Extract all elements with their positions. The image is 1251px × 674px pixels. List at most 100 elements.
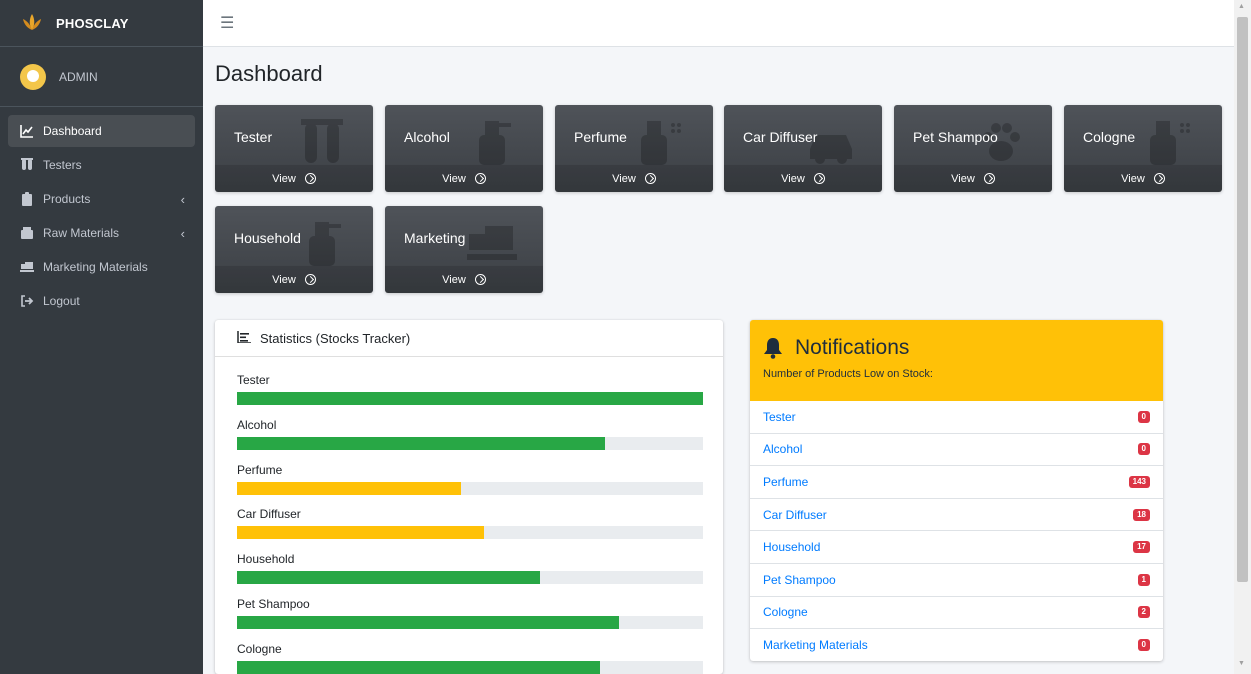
sidebar-item-label: Products [43,192,91,206]
tile-cologne: Cologne View [1064,105,1222,192]
count-badge: 0 [1137,443,1150,456]
count-badge: 1 [1137,573,1150,586]
stats-title: Statistics (Stocks Tracker) [260,330,411,346]
tile-view-link[interactable]: View [385,266,543,293]
stat-label: Perfume [237,462,283,477]
notification-item: Tester 0 [750,401,1163,434]
stat-row: Household [237,552,703,585]
arrow-circle-right-icon [644,173,656,184]
tile-alcohol: Alcohol View [385,105,543,192]
chevron-left-icon: ‹ [180,191,185,207]
tile-title: Cologne [1083,129,1136,145]
vials-icon [20,158,34,172]
arrow-circle-right-icon [474,173,486,184]
brand-name: PHOSCLAY [56,15,129,31]
sidebar-item-testers[interactable]: Testers [8,149,195,181]
bell-icon [764,338,782,359]
notification-item: Perfume 143 [750,466,1163,499]
progress-bar [237,616,620,629]
hamburger-menu-icon[interactable]: ☰ [220,13,234,33]
dolly-icon [20,260,34,274]
spray-bottle-icon [479,121,511,165]
tile-title: Household [234,230,301,246]
notification-link[interactable]: Cologne [763,605,808,619]
progress-track [237,526,703,540]
tile-view-link[interactable]: View [385,165,543,192]
notification-item: Alcohol 0 [750,434,1163,467]
tile-title: Pet Shampoo [913,129,998,145]
scrollbar-thumb[interactable] [1237,17,1248,582]
avatar [20,63,46,90]
tile-title: Alcohol [404,129,450,145]
brand[interactable]: PHOSCLAY [0,0,203,47]
progress-track [237,392,703,405]
count-badge: 0 [1137,410,1150,423]
notification-link[interactable]: Perfume [763,475,808,489]
notification-link[interactable]: Household [763,540,820,554]
sidebar-item-products[interactable]: Products ‹ [8,183,195,215]
tile-title: Tester [234,129,273,145]
tile-view-link[interactable]: View [215,165,373,192]
sidebar-item-label: Testers [43,158,82,172]
stat-row: Pet Shampoo [237,597,703,629]
vertical-scrollbar[interactable]: ▲ ▼ [1234,0,1251,674]
count-badge: 18 [1133,508,1150,521]
tile-household: Household View [215,206,373,293]
sidebar-item-logout[interactable]: Logout [8,285,195,317]
tile-view-link[interactable]: View [555,165,713,192]
chart-line-icon [20,124,34,138]
notification-item: Marketing Materials 0 [750,629,1163,661]
progress-track [237,616,703,629]
tile-view-link[interactable]: View [894,165,1052,192]
scroll-down-icon[interactable]: ▼ [1238,660,1245,667]
progress-bar [237,660,601,674]
tile-view-link[interactable]: View [1064,165,1222,192]
tile-perfume: Perfume View [555,105,713,192]
progress-track [237,436,703,450]
tile-title: Marketing [404,230,466,246]
sidebar-item-raw-materials[interactable]: Raw Materials ‹ [8,217,195,249]
notification-item: Household 17 [750,531,1163,564]
arrow-circle-right-icon [304,274,316,285]
boxes-icon [20,226,34,240]
stat-row: Car Diffuser [237,507,703,540]
user-name: ADMIN [59,69,98,84]
lotus-logo-icon [23,14,41,30]
notifications-title: Notifications [795,336,910,359]
notification-link[interactable]: Pet Shampoo [763,573,836,587]
tile-tester: Tester View [215,105,373,192]
progress-bar [237,571,540,585]
notification-link[interactable]: Car Diffuser [763,508,827,522]
stats-header: Statistics (Stocks Tracker) [215,320,723,357]
stat-row: Tester [237,373,703,405]
progress-track [237,571,703,585]
tile-pet-shampoo: Pet Shampoo View [894,105,1052,192]
progress-bar [237,481,461,495]
arrow-circle-right-icon [304,173,316,184]
notification-link[interactable]: Tester [763,410,796,424]
sidebar: PHOSCLAY ADMIN Dashboard Testers Product… [0,0,203,674]
user-panel[interactable]: ADMIN [0,47,203,107]
count-badge: 2 [1137,606,1150,619]
tile-view-link[interactable]: View [215,266,373,293]
stat-row: Alcohol [237,418,703,450]
stat-label: Cologne [237,641,282,656]
stat-row: Cologne [237,642,703,674]
sidebar-item-label: Dashboard [43,124,102,138]
sidebar-item-marketing-materials[interactable]: Marketing Materials [8,251,195,283]
sidebar-item-label: Logout [43,294,80,308]
stat-label: Household [237,552,295,567]
notification-link[interactable]: Alcohol [763,442,802,456]
tile-car-diffuser: Car Diffuser View [724,105,882,192]
notification-item: Pet Shampoo 1 [750,564,1163,597]
count-badge: 17 [1133,541,1150,554]
scroll-up-icon[interactable]: ▲ [1238,3,1245,10]
progress-bar [237,436,606,450]
tile-title: Perfume [574,129,627,145]
tile-marketing: Marketing View [385,206,543,293]
sidebar-item-dashboard[interactable]: Dashboard [8,115,195,147]
progress-bar [237,526,484,540]
notification-link[interactable]: Marketing Materials [763,638,868,652]
tile-view-link[interactable]: View [724,165,882,192]
vials-icon [301,119,343,163]
